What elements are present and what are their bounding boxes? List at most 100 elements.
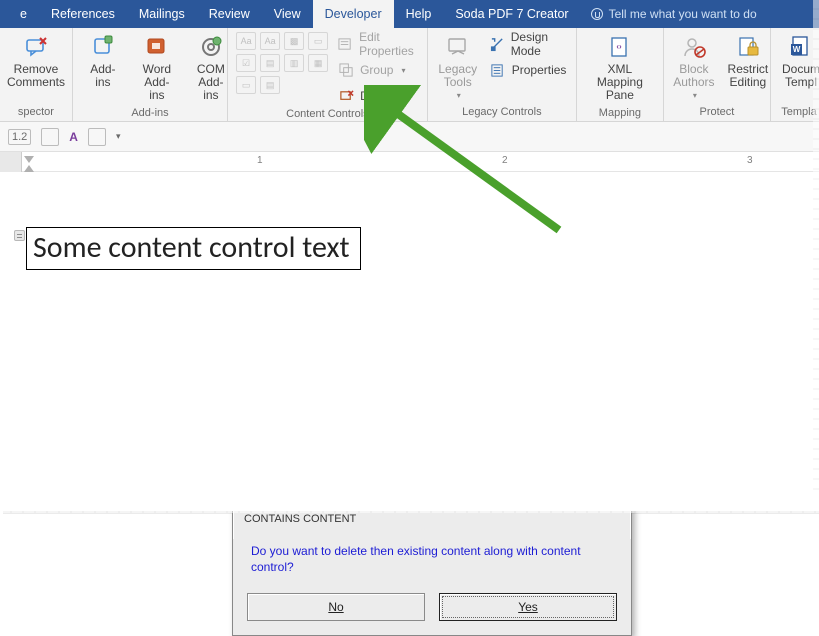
com-addins-button[interactable]: COM Add-ins <box>189 32 233 105</box>
properties-sheet-icon <box>490 62 506 78</box>
tab-developer[interactable]: Developer <box>313 0 394 28</box>
lightbulb-icon <box>591 8 603 20</box>
group-inspector: Remove Comments spector <box>0 28 73 121</box>
xml-mapping-button[interactable]: ‹› XML Mapping Pane <box>585 32 655 105</box>
dialog-no-button[interactable]: No <box>247 593 425 621</box>
cc-richtext-button[interactable]: Aa <box>236 32 256 50</box>
tab-help[interactable]: Help <box>394 0 444 28</box>
restrict-editing-icon <box>735 34 761 60</box>
group-protect: Block Authors ▾ Restrict Editing Protect <box>664 28 771 121</box>
tell-me-search[interactable]: Tell me what you want to do <box>581 0 767 28</box>
delete-button[interactable]: Delete <box>338 86 419 106</box>
edit-properties-button[interactable]: Edit Properties <box>338 34 419 54</box>
content-control-text[interactable]: Some content control text <box>33 229 350 266</box>
toolbar2-sheet-icon[interactable] <box>88 128 106 146</box>
xml-mapping-label: XML Mapping Pane <box>587 63 653 103</box>
torn-edge-right <box>813 0 819 511</box>
toolbar2-caret[interactable]: ▾ <box>116 131 121 142</box>
properties-button[interactable]: Properties <box>490 60 568 80</box>
group-content-controls: Aa Aa ▩ ▭ ☑ ▤ ▥ ▦ ▭ ▤ <box>228 28 428 121</box>
com-addins-label: COM Add-ins <box>191 63 231 103</box>
legacy-tools-label: Legacy Tools <box>438 63 477 89</box>
remove-comments-button[interactable]: Remove Comments <box>8 32 64 91</box>
legacy-tools-button[interactable]: Legacy Tools ▾ <box>436 32 480 103</box>
chevron-down-icon: ▾ <box>457 92 461 101</box>
tab-partial-home[interactable]: e <box>8 0 39 28</box>
design-mode-button[interactable]: Design Mode <box>490 34 568 54</box>
group-inspector-label: spector <box>8 104 64 121</box>
group-legacy-controls: Legacy Tools ▾ Design Mode Proper <box>428 28 577 121</box>
block-authors-icon <box>681 34 707 60</box>
edit-properties-label: Edit Properties <box>359 30 419 58</box>
xml-mapping-icon: ‹› <box>607 34 633 60</box>
dialog-no-label: No <box>328 600 343 614</box>
tab-references[interactable]: References <box>39 0 127 28</box>
block-authors-label: Block Authors <box>673 63 714 89</box>
legacy-tools-icon <box>445 34 471 60</box>
cc-checkbox-button[interactable]: ☑ <box>236 54 256 72</box>
addins-icon <box>90 34 116 60</box>
design-mode-icon <box>490 36 505 52</box>
properties-label: Properties <box>512 63 567 77</box>
ribbon: Remove Comments spector Add- ins Word <box>0 28 819 122</box>
word-addins-button[interactable]: Word Add-ins <box>135 32 179 105</box>
ruler[interactable]: 1 2 3 <box>0 152 819 172</box>
group-label: Group <box>360 63 393 77</box>
addins-label: Add- ins <box>90 63 115 89</box>
cc-combobox-button[interactable]: ▤ <box>260 54 280 72</box>
toolbar2-num-icon[interactable]: 1.2 <box>8 129 31 145</box>
chevron-down-icon: ▾ <box>401 66 405 75</box>
toolbar2-letter[interactable]: A <box>69 130 78 144</box>
group-protect-label: Protect <box>672 104 762 121</box>
dialog-button-row: No Yes <box>233 593 631 635</box>
group-icon <box>338 62 354 78</box>
remove-comments-icon <box>23 34 49 60</box>
document-template-icon: W <box>788 34 814 60</box>
group-addins: Add- ins Word Add-ins COM Add-ins Add-in… <box>73 28 228 121</box>
secondary-toolbar: 1.2 A ▾ <box>0 122 819 152</box>
content-control-handle[interactable] <box>14 230 25 241</box>
word-addins-icon <box>144 34 170 60</box>
indent-hanging-marker[interactable] <box>24 162 34 172</box>
delete-label: Delete <box>360 89 395 103</box>
ruler-mark-2: 2 <box>502 155 508 166</box>
ruler-track: 1 2 3 <box>22 152 819 172</box>
restrict-editing-label: Restrict Editing <box>728 63 769 89</box>
tab-view[interactable]: View <box>262 0 313 28</box>
properties-icon <box>338 36 353 52</box>
tell-me-placeholder: Tell me what you want to do <box>609 7 757 21</box>
cc-datepicker-button[interactable]: ▦ <box>308 54 328 72</box>
cc-buildingblock-button[interactable]: ▭ <box>308 32 328 50</box>
content-control-box[interactable]: Some content control text <box>26 227 361 270</box>
torn-edge-bottom <box>0 503 819 513</box>
ribbon-tabstrip: e References Mailings Review View Develo… <box>0 0 819 28</box>
cc-legacy-button[interactable]: ▤ <box>260 76 280 94</box>
confirm-delete-dialog: CONTAINS CONTENT Do you want to delete t… <box>232 505 632 636</box>
tab-soda-pdf[interactable]: Soda PDF 7 Creator <box>443 0 580 28</box>
dialog-yes-button[interactable]: Yes <box>439 593 617 621</box>
group-addins-label: Add-ins <box>81 105 219 122</box>
toolbar2-page-icon[interactable] <box>41 128 59 146</box>
tab-review[interactable]: Review <box>197 0 262 28</box>
restrict-editing-button[interactable]: Restrict Editing <box>726 32 770 91</box>
document-area[interactable]: Some content control text CONTAINS CONTE… <box>0 172 819 511</box>
cc-repeating-button[interactable]: ▭ <box>236 76 256 94</box>
svg-text:‹›: ‹› <box>616 42 622 51</box>
chevron-down-icon: ▾ <box>693 92 697 101</box>
cc-dropdown-button[interactable]: ▥ <box>284 54 304 72</box>
group-mapping-label: Mapping <box>585 105 655 122</box>
com-addins-icon <box>198 34 224 60</box>
group-legacy-controls-label: Legacy Controls <box>436 104 568 121</box>
dialog-yes-label: Yes <box>518 600 538 614</box>
block-authors-button[interactable]: Block Authors ▾ <box>672 32 716 103</box>
group-button[interactable]: Group ▾ <box>338 60 419 80</box>
design-mode-label: Design Mode <box>511 30 568 58</box>
cc-plaintext-button[interactable]: Aa <box>260 32 280 50</box>
group-templates: W Docum Templ Templa <box>771 28 819 121</box>
screenshot: e References Mailings Review View Develo… <box>0 0 819 511</box>
addins-button[interactable]: Add- ins <box>81 32 125 91</box>
cc-picture-button[interactable]: ▩ <box>284 32 304 50</box>
dialog-body: Do you want to delete then existing cont… <box>233 539 631 581</box>
tab-mailings[interactable]: Mailings <box>127 0 197 28</box>
svg-text:W: W <box>793 45 801 54</box>
